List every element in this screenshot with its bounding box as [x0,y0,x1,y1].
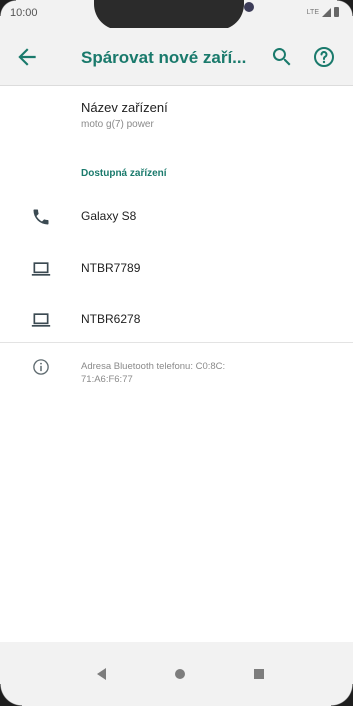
screen-corner [337,0,353,16]
status-bar: 10:00 LTE [0,0,353,30]
phone-screen: 10:00 LTE Spárovat nové zaří... Název za… [0,0,353,706]
lte-indicator: LTE [306,8,319,16]
device-label: NTBR6278 [81,312,141,326]
signal-icon [322,7,331,17]
available-devices-header: Dostupná zařízení [81,168,167,179]
app-bar: Spárovat nové zaří... [0,28,353,86]
phone-icon [33,209,49,225]
info-icon [33,359,49,375]
arrow-left-icon[interactable] [14,44,40,70]
help-circle-icon[interactable] [312,45,336,69]
device-label: Galaxy S8 [81,209,137,223]
nav-home-icon[interactable] [170,664,190,684]
screen-corner [0,0,16,16]
display-notch [94,0,254,30]
bluetooth-address-text: Adresa Bluetooth telefonu: C0:8C: 71:A6:… [81,361,226,385]
laptop-icon [31,313,51,327]
device-item-ntbr7789[interactable]: NTBR7789 [0,249,353,289]
device-label: NTBR7789 [81,261,141,275]
navigation-bar [0,642,353,706]
search-icon[interactable] [270,45,294,69]
pairing-content: Název zařízení moto g(7) power Dostupná … [0,86,353,642]
nav-back-icon[interactable] [92,664,112,684]
laptop-icon [31,262,51,276]
device-name-setting[interactable]: Název zařízení moto g(7) power [81,100,168,130]
section-divider [0,342,353,343]
nav-recents-icon[interactable] [249,664,269,684]
device-item-ntbr6278[interactable]: NTBR6278 [0,300,353,340]
status-icons: LTE [307,7,339,17]
camera-icon [244,2,254,12]
screen-corner [0,684,22,706]
bluetooth-address-info: Adresa Bluetooth telefonu: C0:8C: 71:A6:… [81,360,281,386]
device-name-value: moto g(7) power [81,119,154,130]
device-name-title: Název zařízení [81,100,168,115]
device-item-galaxy-s8[interactable]: Galaxy S8 [0,197,353,237]
screen-corner [331,684,353,706]
page-title: Spárovat nové zaří... [81,48,247,67]
